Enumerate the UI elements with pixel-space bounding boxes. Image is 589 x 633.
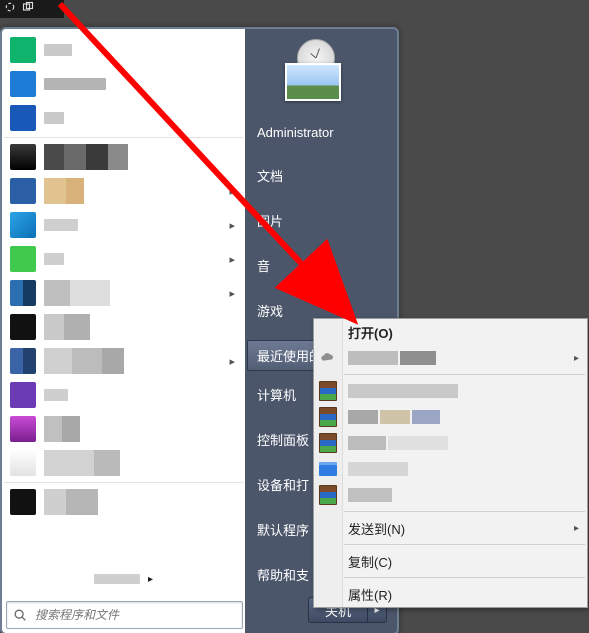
program-item[interactable] xyxy=(4,344,243,378)
program-item[interactable] xyxy=(4,412,243,446)
ctx-recent-file[interactable] xyxy=(314,378,587,404)
onedrive-icon xyxy=(319,349,337,367)
ctx-open[interactable]: 打开(O) xyxy=(314,319,587,345)
ctx-send-to[interactable]: 发送到(N) xyxy=(314,515,587,541)
ctx-recent-file[interactable] xyxy=(314,456,587,482)
loading-icon xyxy=(4,0,16,18)
search-input[interactable] xyxy=(33,607,217,623)
ctx-recent-file[interactable] xyxy=(314,404,587,430)
user-name-link[interactable]: Administrator xyxy=(247,119,395,146)
program-item[interactable] xyxy=(4,310,243,344)
program-item[interactable] xyxy=(4,174,243,208)
user-avatar-icon[interactable] xyxy=(277,39,347,99)
programs-pane xyxy=(4,31,243,593)
ctx-copy[interactable]: 复制(C) xyxy=(314,548,587,574)
program-item[interactable] xyxy=(4,276,243,310)
program-item[interactable] xyxy=(4,378,243,412)
ctx-properties[interactable]: 属性(R) xyxy=(314,581,587,607)
archive-icon xyxy=(319,407,337,427)
search-icon xyxy=(13,608,27,622)
program-item[interactable] xyxy=(4,485,243,519)
program-item[interactable] xyxy=(4,446,243,480)
rlink-docs[interactable]: 文档 xyxy=(247,160,395,191)
search-box[interactable] xyxy=(6,601,243,629)
program-item[interactable] xyxy=(4,242,243,276)
ctx-recent-file[interactable] xyxy=(314,482,587,508)
program-item[interactable] xyxy=(4,101,243,135)
popout-icon xyxy=(22,0,34,18)
program-item[interactable] xyxy=(4,208,243,242)
ctx-recent-file[interactable] xyxy=(314,430,587,456)
all-programs-link[interactable] xyxy=(4,565,243,593)
program-item[interactable] xyxy=(4,67,243,101)
ctx-recent-file[interactable] xyxy=(314,345,587,371)
app-toolbar xyxy=(0,0,64,18)
rlink-music[interactable]: 音 xyxy=(247,250,395,281)
program-item[interactable] xyxy=(4,140,243,174)
folder-icon xyxy=(319,462,337,476)
archive-icon xyxy=(319,381,337,401)
archive-icon xyxy=(319,485,337,505)
rlink-pictures[interactable]: 图片 xyxy=(247,205,395,236)
program-item[interactable] xyxy=(4,33,243,67)
context-menu: 打开(O) 发送到(N) 复制(C) 属性(R) xyxy=(313,318,588,608)
archive-icon xyxy=(319,433,337,453)
